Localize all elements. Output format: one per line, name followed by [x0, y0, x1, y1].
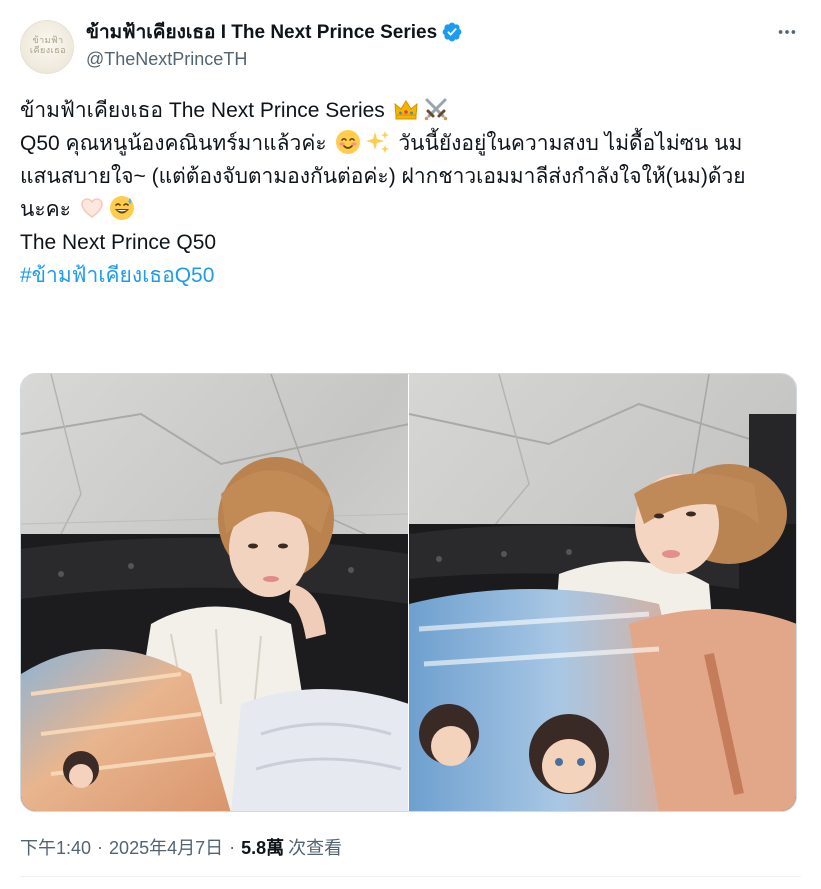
tweet-line-5: The Next Prince Q50: [20, 231, 217, 254]
tweet-date[interactable]: 2025年4月7日: [109, 834, 223, 860]
views-label: 次查看: [288, 838, 343, 858]
grinning-sweat-emoji-icon: [109, 196, 134, 220]
author-display-name[interactable]: ข้ามฟ้าเคียงเธอ I The Next Prince Series: [86, 17, 437, 47]
smiling-blush-emoji-icon: [335, 130, 360, 154]
photo-1-image: [21, 374, 408, 811]
tweet-line-4: นะคะ: [20, 193, 800, 226]
tweet-line-6: #ข้ามฟ้าเคียงเธอQ50: [20, 259, 800, 292]
tweet-time[interactable]: 下午1:40: [20, 834, 91, 860]
more-options-button[interactable]: [773, 20, 801, 44]
photo-1[interactable]: [21, 374, 408, 811]
sparkles-emoji-icon: [365, 131, 389, 153]
avatar-logo-text: ข้ามฟ้า เคียงเธอ: [29, 36, 67, 56]
crown-emoji-icon: [394, 100, 418, 120]
divider: [20, 876, 801, 877]
crossed-swords-emoji-icon: [424, 98, 447, 121]
tweet-line-3: แสนสบายใจ~ (แต่ต้องจับตามองกันต่อค่ะ) ฝา…: [20, 165, 746, 188]
author-name-row: ข้ามฟ้าเคียงเธอ I The Next Prince Series: [86, 20, 463, 44]
tweet-line-1: ข้ามฟ้าเคียงเธอ The Next Prince Series: [20, 94, 800, 127]
tweet-text: ข้ามฟ้าเคียงเธอ The Next Prince Series Q…: [20, 94, 800, 292]
tweet-line-2: Q50 คุณหนูน้องคณินทร์มาแล้วค่ะ วันนี้ยัง…: [20, 127, 800, 160]
meta-separator: ·: [97, 836, 104, 857]
verified-badge-icon: [441, 21, 463, 43]
more-dots-icon: [778, 30, 796, 34]
photo-2-image: [409, 374, 796, 811]
photo-2[interactable]: [409, 374, 796, 811]
tweet-meta: 下午1:40 · 2025年4月7日 · 5.8萬 次查看: [20, 834, 342, 860]
tweet-card: ข้ามฟ้า เคียงเธอ ข้ามฟ้าเคียงเธอ I The N…: [0, 0, 821, 889]
views-count: 5.8萬: [241, 838, 285, 858]
heart-hands-emoji-icon: [81, 198, 103, 218]
hashtag-link[interactable]: #ข้ามฟ้าเคียงเธอQ50: [20, 264, 214, 287]
media-grid: [20, 373, 797, 812]
author-handle[interactable]: @TheNextPrinceTH: [86, 49, 247, 70]
tweet-closing-text: นะคะ: [20, 198, 71, 221]
avatar[interactable]: ข้ามฟ้า เคียงเธอ: [20, 20, 74, 74]
tweet-q50-text: Q50 คุณหนูน้องคณินทร์มาแล้วค่ะ: [20, 132, 327, 155]
meta-separator: ·: [229, 836, 236, 857]
tweet-status-text: วันนี้ยังอยู่ในความสงบ ไม่ดื้อไม่ซน นม: [398, 132, 743, 155]
tweet-title-text: ข้ามฟ้าเคียงเธอ The Next Prince Series: [20, 99, 385, 122]
